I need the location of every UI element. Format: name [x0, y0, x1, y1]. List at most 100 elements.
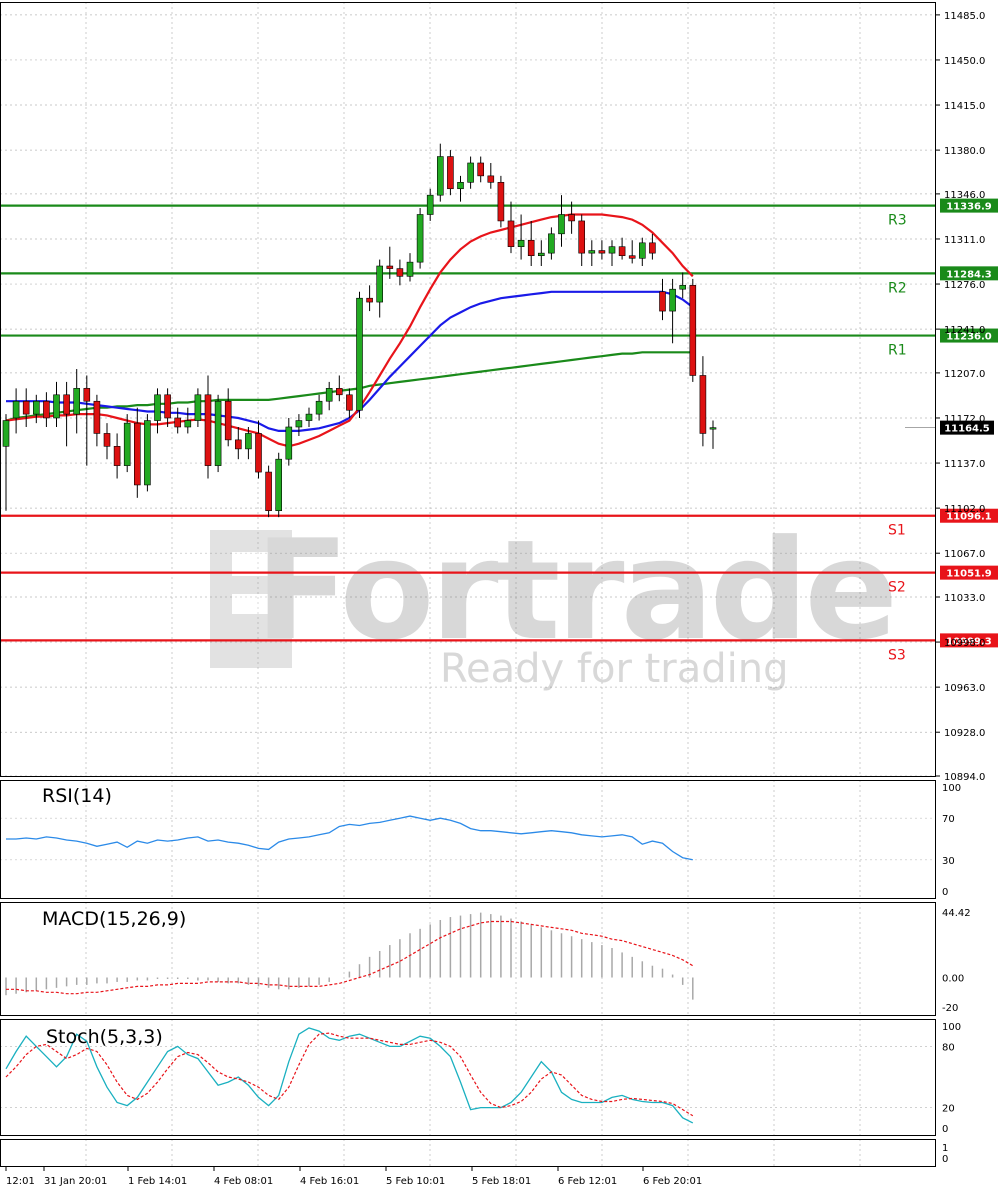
level-name-s2: S2: [888, 580, 906, 596]
candle-bullish: [376, 265, 384, 303]
candle-bearish: [497, 181, 505, 222]
candle-bullish: [436, 156, 444, 196]
candle-bullish: [669, 288, 676, 312]
x-tick-label: 6 Feb 20:01: [643, 1176, 702, 1187]
x-tick-label: 4 Feb 08:01: [214, 1176, 273, 1187]
current-price-label: 11164.5: [944, 424, 990, 435]
candle-bullish: [184, 420, 192, 428]
candle-bullish: [558, 214, 565, 235]
candle-bearish: [699, 375, 707, 434]
candle-bearish: [255, 433, 262, 473]
candle-bullish: [275, 458, 283, 512]
candle-bearish: [618, 246, 626, 257]
x-tick-label: 5 Feb 18:01: [472, 1176, 531, 1187]
candle-bearish: [83, 388, 91, 402]
candle-bearish: [103, 433, 111, 447]
stoch-tick-label: 20: [942, 1104, 955, 1115]
candle-bullish: [73, 388, 80, 415]
stoch-tick-label: 80: [942, 1042, 955, 1053]
candle-bearish: [578, 220, 586, 254]
candle-bearish: [113, 446, 121, 466]
candle-bearish: [568, 214, 575, 222]
candle-bearish: [174, 417, 181, 428]
candle-bearish: [22, 400, 30, 415]
watermark-tagline: Ready for trading: [440, 646, 789, 692]
extra-pane-tick: 1: [942, 1143, 948, 1154]
candle-bearish: [43, 400, 50, 419]
candle-bullish: [32, 400, 40, 415]
candle-bearish: [447, 156, 454, 190]
candle-bullish: [416, 214, 424, 263]
candle-bullish: [194, 394, 202, 421]
fortrade-watermark: FortradeReady for trading: [210, 510, 898, 692]
chart-svg: FortradeReady for trading R3 11336.9 R2 1128…: [0, 0, 1000, 1199]
level-name-r3: R3: [888, 213, 907, 229]
candle-bullish: [285, 426, 293, 460]
level-name-s1: S1: [888, 523, 906, 539]
candle-bullish: [12, 400, 20, 419]
candle-bearish: [134, 422, 141, 486]
y-tick-label: 11485.0: [944, 11, 985, 22]
x-tick-label: 1 Feb 14:01: [128, 1176, 187, 1187]
candle-bearish: [477, 162, 485, 177]
macd-tick-label: -20: [942, 1003, 958, 1014]
candle-bearish: [386, 265, 394, 269]
candle-bullish: [638, 242, 646, 259]
rsi-tick-label: 70: [942, 814, 955, 825]
x-tick-label: 5 Feb 10:01: [386, 1176, 445, 1187]
y-tick-label: 11241.0: [944, 325, 985, 336]
candle-bearish: [487, 175, 495, 183]
candle-bullish: [305, 413, 313, 421]
candle-bearish: [235, 439, 242, 450]
y-tick-label: 11415.0: [944, 101, 985, 112]
candle-bearish: [265, 471, 272, 512]
candle-bullish: [548, 233, 555, 254]
candle-bullish: [123, 422, 131, 466]
macd-tick-label: 44.42: [942, 908, 971, 919]
y-tick-label: 10998.0: [944, 638, 985, 649]
candle-bearish: [527, 239, 535, 257]
y-tick-label: 11380.0: [944, 146, 985, 157]
candle-bearish: [224, 400, 232, 441]
candle-bearish: [204, 394, 212, 466]
y-tick-label: 11067.0: [944, 549, 985, 560]
y-tick-label: 11102.0: [944, 504, 985, 515]
y-tick-label: 11276.0: [944, 280, 985, 291]
candle-bearish: [659, 291, 666, 312]
y-tick-label: 11346.0: [944, 190, 985, 201]
candle-bearish: [507, 220, 515, 247]
candle-bullish: [295, 420, 303, 428]
y-tick-label: 11311.0: [944, 235, 985, 246]
candle-bullish: [537, 252, 545, 257]
y-tick-label: 11137.0: [944, 459, 985, 470]
candle-bullish: [467, 162, 474, 183]
x-tick-label: 31 Jan 20:01: [44, 1176, 107, 1187]
rsi-title: RSI(14): [42, 785, 112, 807]
candle-bullish: [214, 400, 222, 466]
candle-bullish: [426, 194, 434, 215]
candle-bullish: [154, 394, 161, 421]
level-price-label: 11336.9: [946, 202, 992, 213]
candle-bullish: [406, 261, 414, 277]
candle-bullish: [144, 420, 151, 486]
level-price-label: 11284.3: [946, 269, 992, 280]
rsi-tick-label: 0: [942, 887, 948, 898]
y-tick-label: 10928.0: [944, 728, 985, 739]
stoch-tick-label: 0: [942, 1124, 948, 1135]
candle-bullish: [2, 420, 10, 447]
x-tick-label: 6 Feb 12:01: [558, 1176, 617, 1187]
level-price-label: 11051.9: [946, 569, 992, 580]
trading-chart: Fortrade Ready for trading R3 11336.9 R2 1128…: [0, 0, 1000, 1199]
candle-bullish: [517, 239, 525, 247]
candle-bearish: [63, 394, 70, 415]
level-name-r1: R1: [888, 343, 907, 359]
y-tick-label: 10963.0: [944, 683, 985, 694]
candle-bullish: [315, 400, 323, 415]
candle-bearish: [93, 400, 101, 434]
level-name-r2: R2: [888, 280, 907, 296]
candle-bearish: [628, 255, 636, 259]
candle-bullish: [608, 246, 616, 254]
y-tick-label: 11033.0: [944, 593, 985, 604]
candle-bullish: [53, 394, 60, 419]
candle-bullish: [709, 427, 717, 430]
